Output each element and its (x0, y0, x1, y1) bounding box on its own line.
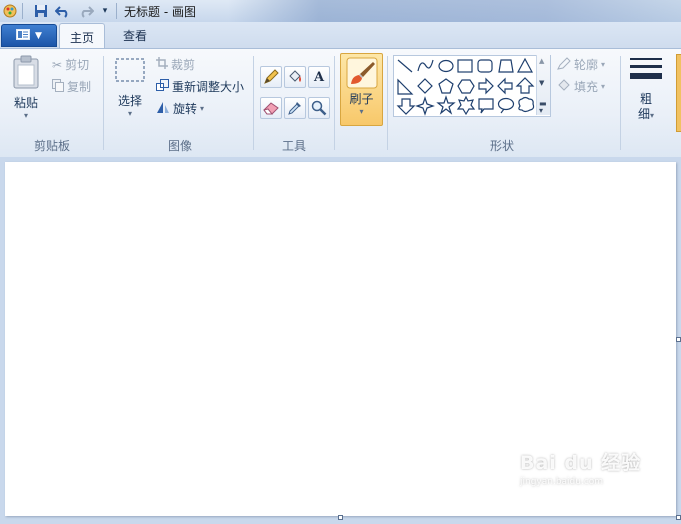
rotate-icon (156, 101, 170, 117)
scroll-down-icon[interactable]: ▼ (539, 79, 544, 87)
group-divider (387, 56, 388, 150)
cut-button[interactable]: ✂ 剪切 (52, 56, 89, 73)
pencil-tool[interactable] (260, 66, 282, 88)
rotate-button[interactable]: 旋转 ▾ (156, 100, 204, 117)
blurred-background (228, 0, 681, 22)
watermark: Bai du 经验 jingyan.baidu.com (520, 448, 641, 487)
shapes-icons (396, 57, 535, 116)
copy-icon (52, 78, 64, 95)
text-tool[interactable]: A (308, 66, 330, 88)
crop-label: 裁剪 (171, 58, 196, 72)
brushes-label: 刷子 (349, 92, 374, 106)
eraser-icon (263, 102, 279, 115)
selection-rectangle-icon (115, 58, 145, 82)
group-divider (620, 56, 621, 150)
chevron-down-icon: ▾ (23, 111, 28, 120)
size-label-thick: 粗 (639, 92, 652, 106)
image-group-label: 图像 (167, 139, 192, 153)
fill-button[interactable]: 填充 ▾ (557, 78, 605, 95)
fill-label: 填充 (574, 80, 599, 94)
shapes-gallery (393, 55, 551, 117)
copy-button[interactable]: 复制 (52, 78, 91, 95)
paste-button[interactable]: 粘贴 ▾ (9, 55, 43, 121)
fill-bucket-icon (557, 78, 571, 95)
tab-view[interactable]: 查看 (112, 23, 158, 48)
outline-label: 轮廓 (574, 58, 599, 72)
size-label-thin: 细 (637, 107, 650, 121)
scissors-icon: ✂ (52, 57, 63, 72)
title-bar: ▾ 无标题 - 画图 (0, 0, 681, 23)
size-button[interactable]: 粗 细▾ (627, 55, 665, 127)
clipboard-icon (13, 55, 39, 89)
chevron-down-icon: ▼ (35, 30, 42, 41)
resize-handle-right[interactable] (676, 337, 681, 342)
chevron-down-icon: ▾ (200, 104, 205, 113)
eraser-tool[interactable] (260, 97, 282, 119)
paint-app-icon[interactable] (2, 3, 18, 19)
crop-button[interactable]: 裁剪 (156, 56, 195, 73)
size-label-row: 细▾ (638, 107, 654, 123)
magnifier-icon (311, 100, 327, 116)
brush-icon (346, 57, 377, 89)
group-divider (334, 56, 335, 150)
group-divider (253, 56, 254, 150)
group-divider (103, 56, 104, 150)
select-label: 选择 (117, 94, 142, 108)
chevron-down-icon: ▾ (601, 82, 606, 91)
outline-button[interactable]: 轮廓 ▾ (557, 56, 605, 73)
clipboard-group-label: 剪贴板 (33, 139, 70, 153)
menu-icon (16, 28, 31, 43)
customize-quick-access-icon[interactable]: ▾ (97, 3, 113, 19)
resize-button[interactable]: 重新调整大小 (156, 78, 244, 95)
tab-home[interactable]: 主页 (59, 23, 105, 50)
color-panel-edge (676, 54, 681, 132)
chevron-down-icon: ▾ (127, 109, 132, 118)
resize-handle-corner[interactable] (676, 515, 681, 520)
fill-tool[interactable] (284, 66, 306, 88)
resize-handle-bottom[interactable] (338, 515, 343, 520)
shapes-scrollbar[interactable]: ▲ ▼ ▬ ▾ (536, 55, 550, 115)
scroll-up-icon[interactable]: ▲ (539, 57, 544, 65)
watermark-brand: Bai du 经验 (520, 452, 642, 474)
resize-icon (156, 79, 169, 94)
cut-label: 剪切 (65, 58, 90, 72)
paint-bucket-icon (289, 70, 301, 82)
eyedropper-icon (288, 102, 301, 115)
brushes-button[interactable]: 刷子 ▾ (340, 53, 383, 126)
chevron-down-icon: ▾ (359, 107, 364, 116)
redo-icon[interactable] (78, 3, 94, 19)
outline-brush-icon (557, 56, 571, 73)
resize-label: 重新调整大小 (172, 80, 245, 94)
copy-label: 复制 (67, 80, 92, 94)
text-a-icon: A (313, 69, 325, 85)
shapes-group-label: 形状 (489, 139, 514, 153)
application-menu-button[interactable]: ▼ (1, 24, 57, 47)
color-picker-tool[interactable] (284, 97, 306, 119)
tools-group-label: 工具 (281, 139, 306, 153)
rotate-label: 旋转 (173, 102, 198, 116)
select-button[interactable]: 选择 ▾ (112, 57, 148, 123)
line-width-icon (630, 58, 662, 79)
save-icon[interactable] (33, 3, 49, 19)
chevron-down-icon: ▾ (601, 60, 606, 69)
pencil-icon (264, 69, 279, 84)
window-title: 无标题 - 画图 (124, 5, 196, 19)
crop-icon (156, 57, 168, 72)
paste-label: 粘贴 (13, 96, 38, 110)
chevron-down-icon: ▾ (650, 111, 655, 120)
gallery-expand-icon[interactable]: ▬ ▾ (539, 100, 547, 115)
watermark-url: jingyan.baidu.com (520, 477, 604, 487)
magnifier-tool[interactable] (308, 97, 330, 119)
undo-icon[interactable] (55, 3, 71, 19)
